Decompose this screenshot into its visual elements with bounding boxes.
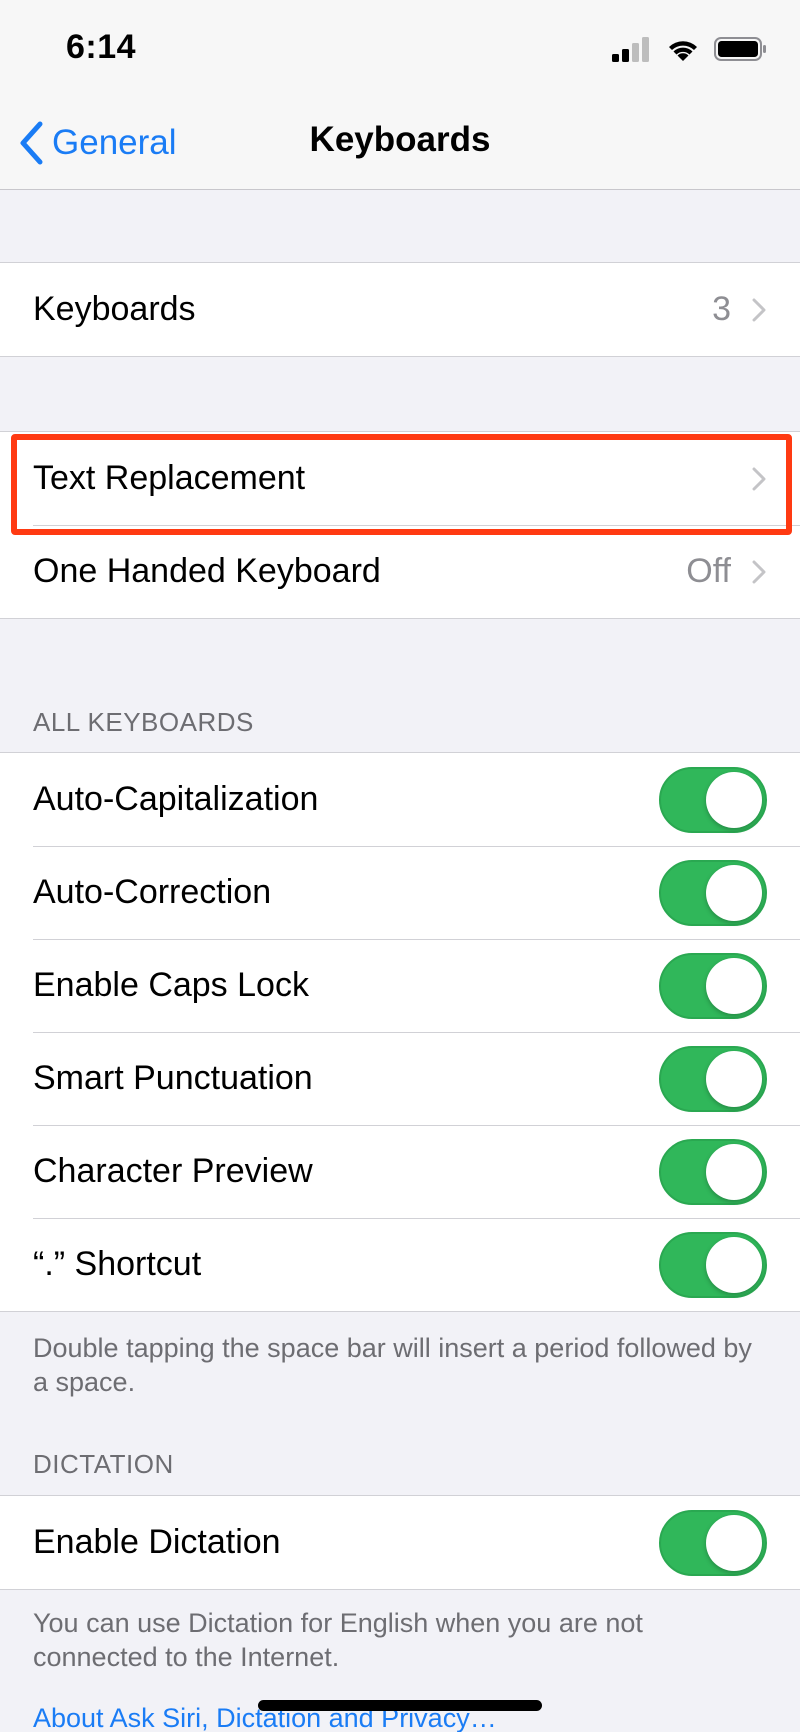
character-preview-label: Character Preview [33, 1152, 313, 1190]
navigation-bar: General Keyboards [0, 98, 800, 190]
text-options-group: Text Replacement One Handed Keyboard Off [0, 431, 800, 619]
character-preview-toggle[interactable] [659, 1138, 767, 1205]
enable-dictation-label: Enable Dictation [33, 1523, 281, 1561]
status-icons [612, 34, 768, 64]
one-handed-keyboard-row[interactable]: One Handed Keyboard Off [0, 525, 800, 618]
period-shortcut-footer: Double tapping the space bar will insert… [33, 1333, 752, 1397]
cellular-signal-icon [612, 37, 649, 62]
toggle-knob [706, 957, 762, 1014]
battery-icon [714, 37, 766, 61]
period-shortcut-label: “.” Shortcut [33, 1245, 202, 1283]
one-handed-keyboard-label: One Handed Keyboard [33, 552, 381, 590]
keyboards-count: 3 [712, 290, 731, 328]
smart-punctuation-toggle[interactable] [659, 1045, 767, 1112]
one-handed-keyboard-value: Off [686, 552, 731, 590]
page-title: Keyboards [309, 120, 491, 159]
dictation-group: Enable Dictation [0, 1495, 800, 1590]
smart-punctuation-label: Smart Punctuation [33, 1059, 313, 1097]
all-keyboards-group: Auto-Capitalization Auto-Correction Enab… [0, 752, 800, 1312]
enable-dictation-toggle[interactable] [659, 1509, 767, 1576]
status-bar: 6:14 [0, 0, 800, 98]
dictation-footer: You can use Dictation for English when y… [33, 1608, 643, 1672]
toggle-knob [706, 771, 762, 828]
keyboards-group: Keyboards 3 [0, 262, 800, 357]
period-shortcut-row: “.” Shortcut [0, 1218, 800, 1311]
toggle-knob [706, 1143, 762, 1200]
keyboards-row[interactable]: Keyboards 3 [0, 263, 800, 356]
toggle-knob [706, 864, 762, 921]
home-indicator [258, 1700, 542, 1711]
chevron-right-icon [752, 560, 766, 583]
auto-correction-row: Auto-Correction [0, 846, 800, 939]
auto-correction-toggle[interactable] [659, 859, 767, 926]
wifi-icon [669, 41, 697, 61]
auto-capitalization-row: Auto-Capitalization [0, 753, 800, 846]
auto-correction-label: Auto-Correction [33, 873, 272, 911]
enable-dictation-row: Enable Dictation [0, 1496, 800, 1589]
enable-caps-lock-row: Enable Caps Lock [0, 939, 800, 1032]
toggle-knob [706, 1050, 762, 1107]
chevron-right-icon [752, 467, 766, 490]
toggle-knob [706, 1236, 762, 1293]
enable-caps-lock-label: Enable Caps Lock [33, 966, 309, 1004]
auto-capitalization-label: Auto-Capitalization [33, 780, 319, 818]
keyboards-row-label: Keyboards [33, 290, 196, 328]
period-shortcut-toggle[interactable] [659, 1231, 767, 1298]
toggle-knob [706, 1514, 762, 1571]
all-keyboards-header: ALL KEYBOARDS [33, 707, 254, 737]
text-replacement-row[interactable]: Text Replacement [0, 432, 800, 525]
status-time: 6:14 [66, 28, 137, 66]
chevron-right-icon [752, 298, 766, 321]
character-preview-row: Character Preview [0, 1125, 800, 1218]
enable-caps-lock-toggle[interactable] [659, 952, 767, 1019]
text-replacement-label: Text Replacement [33, 459, 306, 497]
dictation-header: DICTATION [33, 1449, 174, 1479]
auto-capitalization-toggle[interactable] [659, 766, 767, 833]
smart-punctuation-row: Smart Punctuation [0, 1032, 800, 1125]
